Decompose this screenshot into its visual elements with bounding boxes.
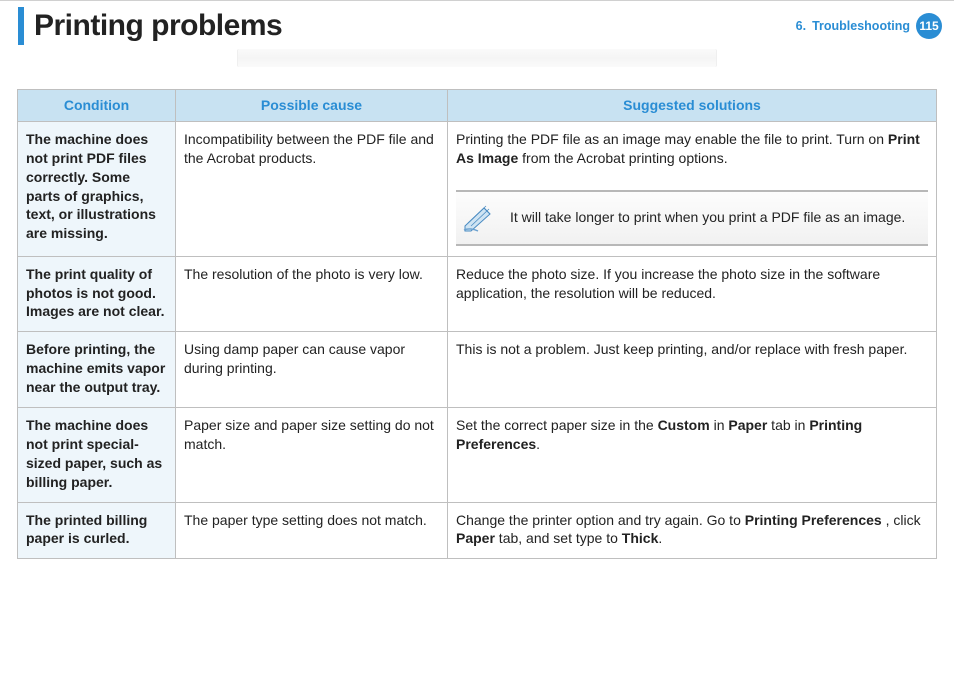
cell-condition: The printed billing paper is curled. [18,502,176,559]
note-callout: It will take longer to print when you pr… [456,190,928,246]
title-accent-bar [18,7,24,45]
cell-cause: Paper size and paper size setting do not… [176,408,448,503]
table-row: The print quality of photos is not good.… [18,256,937,332]
note-icon [462,204,496,232]
page-number-badge: 115 [916,13,942,39]
cell-solution: Change the printer option and try again.… [448,502,937,559]
troubleshooting-table: Condition Possible cause Suggested solut… [17,89,937,559]
note-text: It will take longer to print when you pr… [510,208,905,227]
table-row: The machine does not print special-sized… [18,408,937,503]
solution-text: in [710,417,729,433]
solution-bold: Paper [728,417,767,433]
cell-solution: Set the correct paper size in the Custom… [448,408,937,503]
solution-text: tab, and set type to [495,530,622,546]
cell-condition: The print quality of photos is not good.… [18,256,176,332]
chapter-number: 6. [796,19,806,33]
solution-bold: Paper [456,530,495,546]
solution-bold: Printing Preferences [745,512,882,528]
col-header-condition: Condition [18,90,176,122]
solution-text: Set the correct paper size in the [456,417,658,433]
cell-cause: Using damp paper can cause vapor during … [176,332,448,408]
toolbar-placeholder [237,49,717,67]
table-row: The printed billing paper is curled. The… [18,502,937,559]
solution-bold: Thick [622,530,659,546]
cell-condition: Before printing, the machine emits vapor… [18,332,176,408]
solution-text: from the Acrobat printing options. [518,150,727,166]
cell-solution: Printing the PDF file as an image may en… [448,121,937,256]
chapter-name: Troubleshooting [812,19,910,33]
page-header: Printing problems 6. Troubleshooting 115 [0,0,954,49]
cell-cause: Incompatibility between the PDF file and… [176,121,448,256]
solution-text: , click [882,512,921,528]
cell-cause: The paper type setting does not match. [176,502,448,559]
table-row: Before printing, the machine emits vapor… [18,332,937,408]
solution-text: . [658,530,662,546]
cell-cause: The resolution of the photo is very low. [176,256,448,332]
col-header-cause: Possible cause [176,90,448,122]
cell-solution: This is not a problem. Just keep printin… [448,332,937,408]
cell-condition: The machine does not print special-sized… [18,408,176,503]
breadcrumb: 6. Troubleshooting 115 [796,7,942,39]
solution-text: . [536,436,540,452]
table-header-row: Condition Possible cause Suggested solut… [18,90,937,122]
solution-text: tab in [767,417,809,433]
page-title: Printing problems [34,9,282,43]
solution-text: Printing the PDF file as an image may en… [456,131,888,147]
title-block: Printing problems [18,7,282,45]
cell-condition: The machine does not print PDF files cor… [18,121,176,256]
table-row: The machine does not print PDF files cor… [18,121,937,256]
solution-text: Change the printer option and try again.… [456,512,745,528]
solution-bold: Custom [658,417,710,433]
cell-solution: Reduce the photo size. If you increase t… [448,256,937,332]
col-header-solution: Suggested solutions [448,90,937,122]
